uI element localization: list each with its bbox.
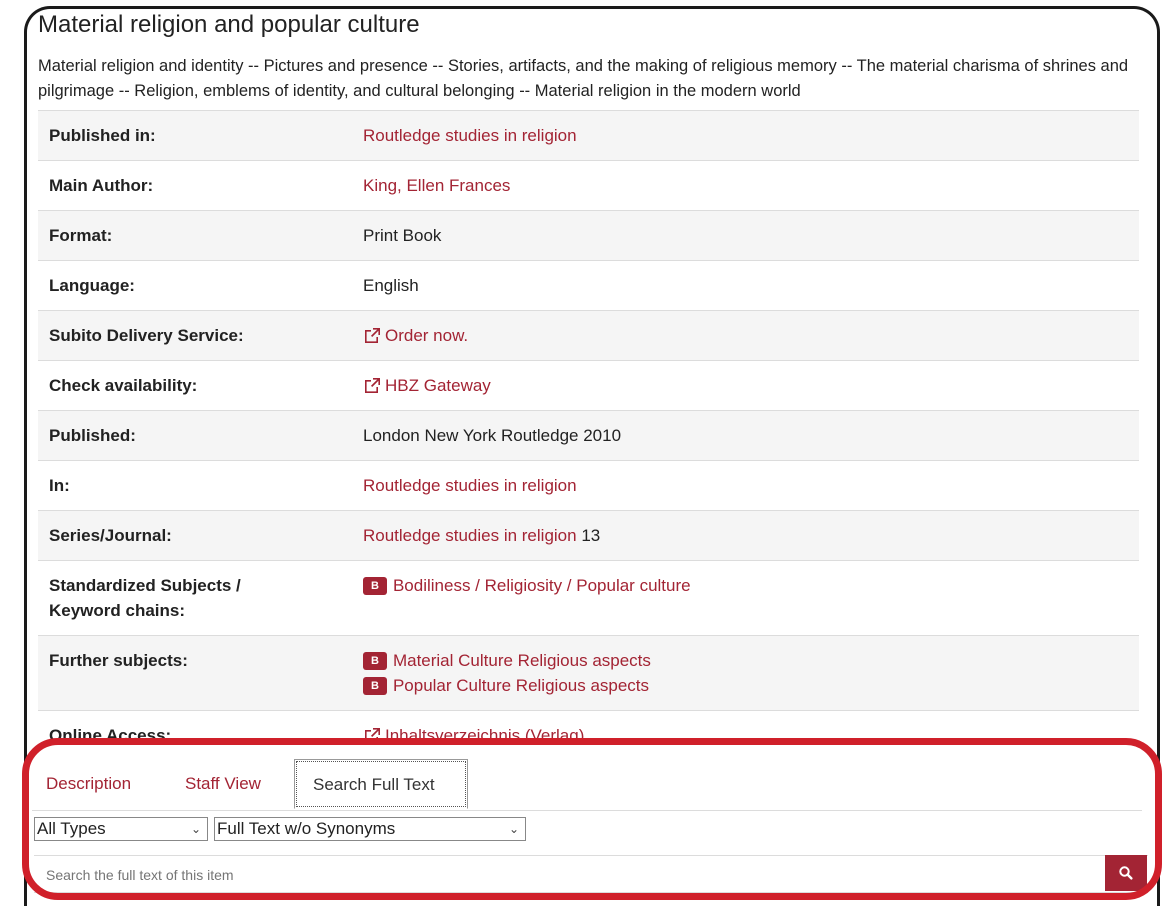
search-mode-select[interactable]: Full Text w/o Synonyms ⌄ [214,817,526,841]
table-row: In: Routledge studies in religion [38,460,1139,511]
table-row: Main Author: King, Ellen Frances [38,160,1139,211]
detail-label: Format: [49,226,113,245]
page-title: Material religion and popular culture [38,11,420,38]
further-subject-link[interactable]: Popular Culture Religious aspects [393,676,649,695]
detail-label: Published in: [49,126,156,145]
details-table: Published in: Routledge studies in relig… [38,110,1139,760]
subject-badge: B [363,577,387,595]
detail-label: Series/Journal: [49,526,172,545]
series-number: 13 [581,526,601,545]
type-select[interactable]: All Types ⌄ [34,817,208,841]
format-value: Print Book [363,226,442,245]
table-row: Check availability: HBZ Gateway [38,360,1139,411]
table-row: Series/Journal: Routledge studies in rel… [38,510,1139,561]
table-row: Standardized Subjects / Keyword chains: B… [38,560,1139,636]
subject-badge: B [363,677,387,695]
tab-search-full-text[interactable]: Search Full Text [294,759,468,809]
table-of-contents: Material religion and identity -- Pictur… [38,57,1129,100]
table-row: Subito Delivery Service: Order now. [38,310,1139,361]
in-link[interactable]: Routledge studies in religion [363,476,577,495]
record-tabs: Description Staff View Search Full Text [32,758,1142,811]
subject-badge: B [363,652,387,670]
detail-label: Main Author: [49,176,154,195]
detail-label: Standardized Subjects / Keyword chains: [49,576,241,620]
detail-label: Published: [49,426,136,445]
table-row: Published in: Routledge studies in relig… [38,110,1139,161]
hbz-gateway-link[interactable]: HBZ Gateway [363,376,491,395]
published-in-link[interactable]: Routledge studies in religion [363,126,577,145]
detail-label: Language: [49,276,135,295]
chevron-down-icon: ⌄ [190,822,201,836]
detail-label: Further subjects: [49,651,188,670]
online-access-link[interactable]: Inhaltsverzeichnis (Verlag) [363,726,584,745]
table-row: Format: Print Book [38,210,1139,261]
full-text-search-row [34,855,1148,893]
external-link-icon [365,728,380,743]
full-text-search-input[interactable] [44,864,1098,886]
order-now-link[interactable]: Order now. [363,326,468,345]
table-row: Online Access: Inhaltsverzeichnis (Verla… [38,710,1139,761]
record-content: Material religion and popular culture Ma… [38,8,1139,760]
series-link[interactable]: Routledge studies in religion [363,526,577,545]
published-value: London New York Routledge 2010 [363,426,622,445]
search-button[interactable] [1105,855,1147,891]
table-row: Further subjects: B Material Culture Reli… [38,635,1139,711]
tab-description[interactable]: Description [46,758,131,810]
author-link[interactable]: King, Ellen Frances [363,176,510,195]
tab-staff-view[interactable]: Staff View [185,758,261,810]
language-value: English [363,276,419,295]
detail-label: Subito Delivery Service: [49,326,244,345]
chevron-down-icon: ⌄ [508,822,519,836]
external-link-icon [365,328,380,343]
detail-label: Check availability: [49,376,198,395]
table-row: Language: English [38,260,1139,311]
table-row: Published: London New York Routledge 201… [38,410,1139,461]
keyword-chain-link[interactable]: Bodiliness / Religiosity / Popular cultu… [393,576,691,595]
search-icon [1119,866,1133,880]
further-subject-link[interactable]: Material Culture Religious aspects [393,651,651,670]
detail-label: Online Access: [49,726,172,745]
detail-label: In: [49,476,70,495]
external-link-icon [365,378,380,393]
